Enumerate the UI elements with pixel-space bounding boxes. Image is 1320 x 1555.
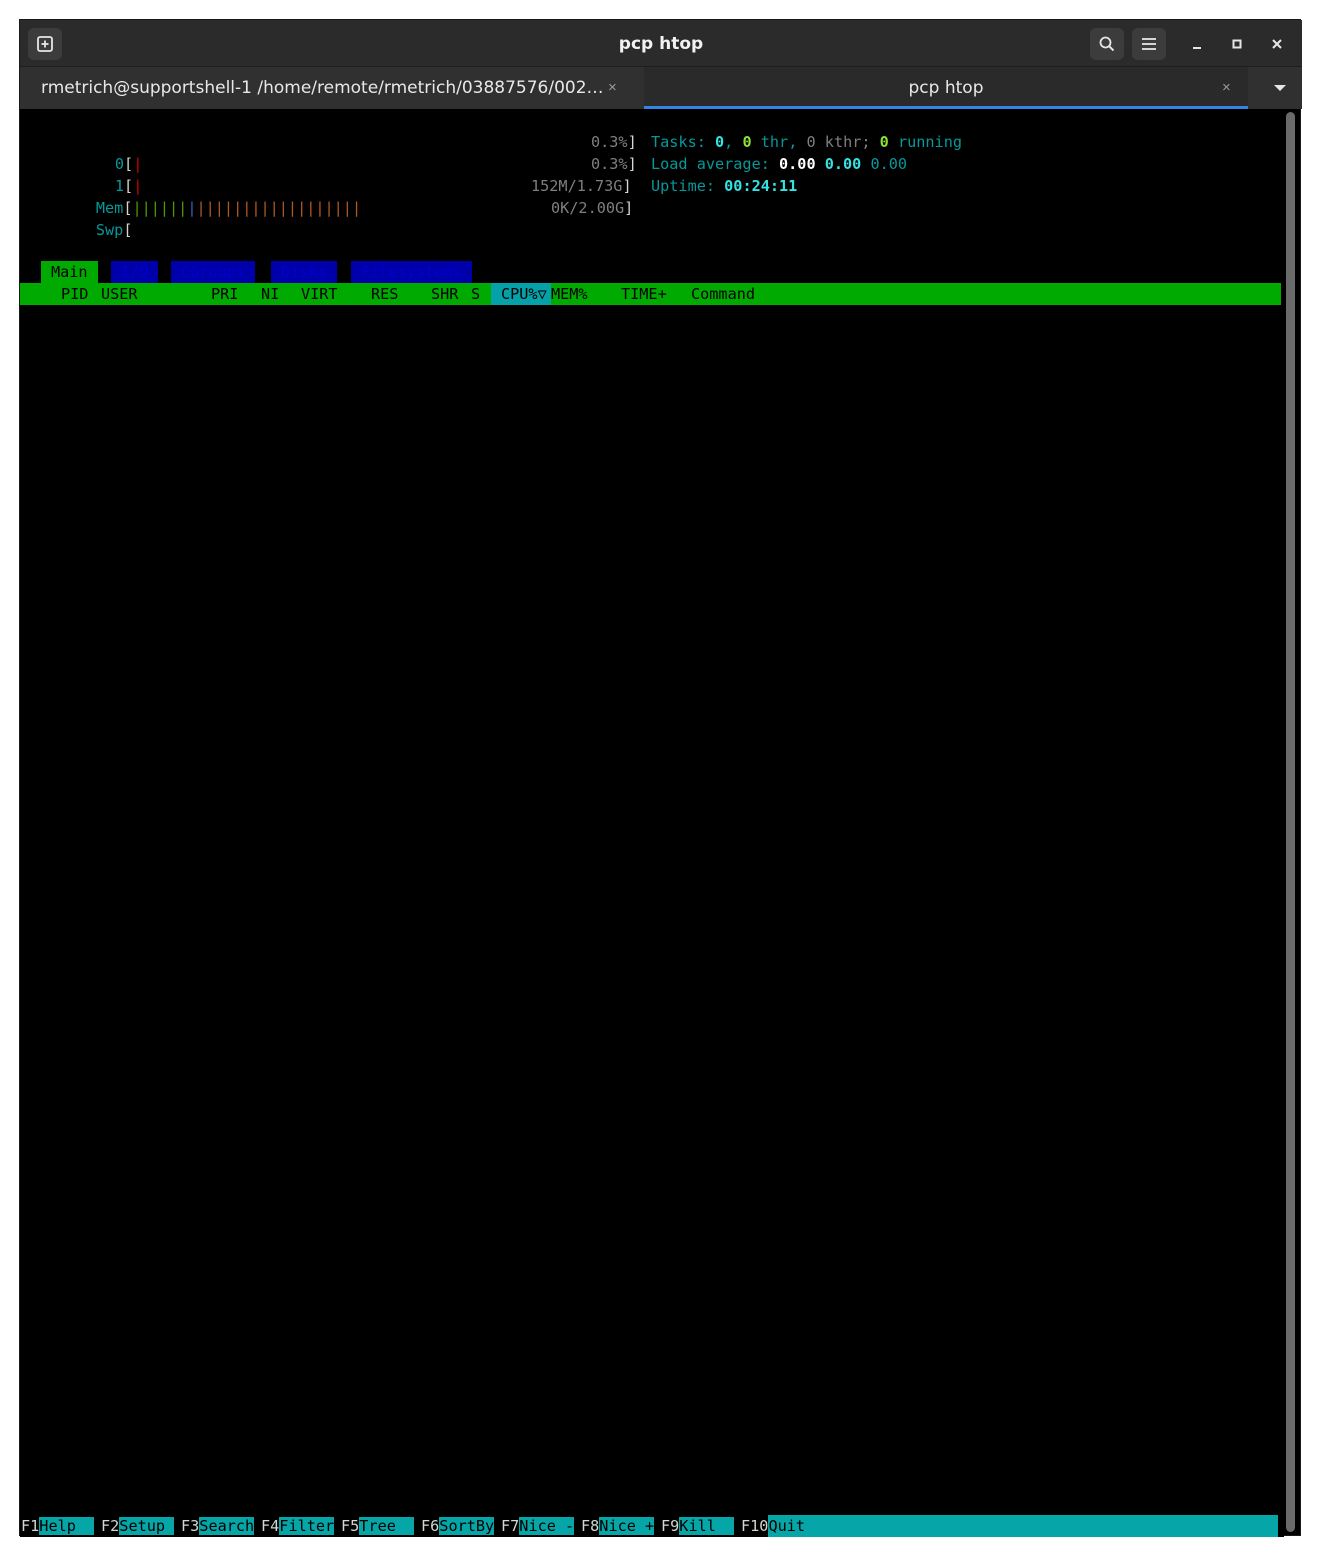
terminal-window: pcp htop rmetrich@supportshell-1 /home/r… xyxy=(19,19,1302,1537)
load-1min: 0.00 xyxy=(779,155,816,173)
uptime-meter: Uptime: 00:24:11 xyxy=(651,177,798,195)
mem-bar-buffers: | xyxy=(187,199,197,217)
load-average-meter: Load average: 0.00 0.00 0.00 xyxy=(651,155,908,173)
fkey-f8-nice-plus[interactable]: F8Nice + xyxy=(581,1515,655,1537)
mem-value: 152M/1.73G] xyxy=(531,177,632,195)
column-cpu-sorted[interactable]: CPU%▽ xyxy=(491,283,551,305)
maximize-icon xyxy=(1232,39,1242,49)
column-res[interactable]: RES xyxy=(371,283,398,305)
cpu0-meter: 0[| xyxy=(114,155,143,173)
tab-remote-shell[interactable]: rmetrich@supportshell-1 /home/remote/rme… xyxy=(20,67,642,109)
cpu1-meter: 1[| xyxy=(114,177,143,195)
search-button[interactable] xyxy=(1090,28,1124,60)
tabs-dropdown-button[interactable] xyxy=(1266,77,1294,99)
minimize-icon xyxy=(1193,47,1201,49)
load-15min: 0.00 xyxy=(870,155,908,173)
fkey-f6-sortby[interactable]: F6SortBy xyxy=(421,1515,495,1537)
cpu1-value: 0.3%] xyxy=(591,155,637,173)
maximize-button[interactable] xyxy=(1220,28,1254,60)
swp-meter: Swp[ xyxy=(95,221,133,239)
swp-label: Swp xyxy=(95,221,124,239)
column-time[interactable]: TIME+ xyxy=(621,283,667,305)
mem-bar-used: |||||| xyxy=(132,199,188,217)
column-state[interactable]: S xyxy=(471,283,480,305)
minimize-button[interactable] xyxy=(1180,28,1214,60)
fkey-f7-nice-minus[interactable]: F7Nice - xyxy=(501,1515,575,1537)
screen-tab-cgroups[interactable]: CGroups xyxy=(171,261,256,283)
terminal-area[interactable]: 0[| 0.3%] 1[| 0.3%] Mem[||||||||||||||||… xyxy=(20,109,1284,1537)
swp-value: 0K/2.00G] xyxy=(551,199,634,217)
search-icon xyxy=(1099,36,1115,52)
title-bar: pcp htop xyxy=(20,20,1302,67)
fkey-f3-search[interactable]: F3Search xyxy=(181,1515,255,1537)
fkey-f4-filter[interactable]: F4Filter xyxy=(261,1515,335,1537)
fkey-f2-setup[interactable]: F2Setup xyxy=(101,1515,175,1537)
chevron-down-icon xyxy=(1274,85,1286,91)
process-column-header: PID USER PRI NI VIRT RES SHR S CPU%▽ MEM… xyxy=(20,283,1281,305)
fkey-f9-kill[interactable]: F9Kill xyxy=(661,1515,735,1537)
uptime-value: 00:24:11 xyxy=(724,177,798,195)
tasks-count: 0 xyxy=(715,133,725,151)
tab-label: pcp htop xyxy=(908,78,984,98)
tasks-meter: Tasks: 0, 0 thr, 0 kthr; 0 running xyxy=(651,133,962,151)
kthreads-count: 0 xyxy=(806,133,816,151)
cpu0-value: 0.3%] xyxy=(591,133,637,151)
fkey-f10-quit[interactable]: F10Quit xyxy=(741,1515,1281,1537)
load-5min: 0.00 xyxy=(824,155,862,173)
screen-tab-io[interactable]: I/O xyxy=(111,261,159,283)
close-button[interactable] xyxy=(1260,28,1294,60)
column-command[interactable]: Command xyxy=(691,283,755,305)
fkey-f5-tree[interactable]: F5Tree xyxy=(341,1515,415,1537)
threads-count: 0 xyxy=(742,133,752,151)
tab-label: rmetrich@supportshell-1 /home/remote/rme… xyxy=(41,78,604,98)
screen-tab-main[interactable]: Main xyxy=(41,261,98,283)
screen-tab-filesystems[interactable]: Filesystems xyxy=(351,261,472,283)
function-key-bar: F1Help F2Setup F3Search F4Filter F5Tree … xyxy=(20,1515,1281,1537)
screen-tab-disks[interactable]: Disks xyxy=(271,261,337,283)
column-mem[interactable]: MEM% xyxy=(551,283,588,305)
tab-bar: rmetrich@supportshell-1 /home/remote/rme… xyxy=(20,67,1302,109)
column-shr[interactable]: SHR xyxy=(431,283,458,305)
fkey-f1-help[interactable]: F1Help xyxy=(21,1515,95,1537)
mem-bar-cache: |||||||||||||||||| xyxy=(196,199,362,217)
column-pid[interactable]: PID xyxy=(61,283,88,305)
main-menu-button[interactable] xyxy=(1132,28,1166,60)
close-icon xyxy=(1272,39,1282,49)
mem-meter: Mem[||||||||||||||||||||||||| xyxy=(95,199,362,217)
terminal-scrollbar[interactable] xyxy=(1286,112,1295,1532)
running-count: 0 xyxy=(879,133,889,151)
tab-pcp-htop[interactable]: pcp htop × xyxy=(644,67,1248,109)
column-virt[interactable]: VIRT xyxy=(301,283,338,305)
column-pri[interactable]: PRI xyxy=(211,283,238,305)
column-ni[interactable]: NI xyxy=(261,283,279,305)
tab-close-icon[interactable]: × xyxy=(1222,79,1231,96)
hamburger-menu-icon xyxy=(1142,38,1156,50)
column-user[interactable]: USER xyxy=(101,283,138,305)
tab-close-icon[interactable]: × xyxy=(608,79,617,96)
